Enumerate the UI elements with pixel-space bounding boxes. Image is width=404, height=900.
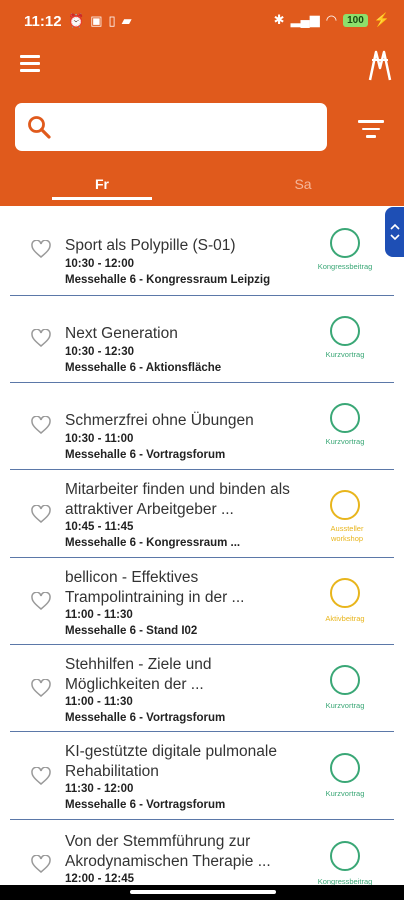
session-row[interactable]: KI-gestützte digitale pulmonale Rehabili…: [0, 732, 404, 820]
favorite-heart-icon[interactable]: [31, 329, 51, 347]
session-type-label: Ausstellerworkshop: [330, 524, 364, 543]
alarm-icon: ⏰: [68, 13, 91, 28]
favorite-heart-icon[interactable]: [31, 679, 51, 697]
session-type-label: Kurzvortrag: [325, 437, 365, 446]
search-input[interactable]: [15, 103, 327, 151]
session-place: Messehalle 6 - Kongressraum ...: [65, 537, 241, 549]
session-time: 11:00 - 11:30: [65, 609, 133, 621]
session-type-label: Kurzvortrag: [325, 789, 365, 798]
tab-friday[interactable]: Fr: [52, 176, 152, 192]
app-logo-icon: [368, 50, 392, 81]
session-time: 11:30 - 12:00: [65, 783, 134, 795]
session-title: Sport als Polypille (S-01): [65, 237, 236, 254]
battery-indicator: 100: [343, 13, 368, 27]
status-bar: 11:12 ⏰▣▯▰ ✱ ▂▄▆ ◠ 100 ⚡: [0, 0, 404, 40]
favorite-heart-icon[interactable]: [31, 855, 51, 873]
session-type-label: Kongressbeitrag: [317, 262, 373, 271]
status-system-icons: ✱ ▂▄▆ ◠ 100 ⚡: [274, 12, 390, 28]
favorite-heart-icon[interactable]: [31, 240, 51, 258]
session-type-circle: [330, 490, 360, 520]
status-notification-icons: ⏰▣▯▰: [68, 13, 138, 29]
session-row[interactable]: Von der Stemmführung zur Akrodynamischen…: [0, 820, 404, 886]
session-place: Messehalle 6 - Vortragsforum: [65, 712, 226, 724]
session-type-circle: [330, 841, 360, 871]
app-bar: [0, 40, 404, 92]
session-title: KI-gestützte digitale pulmonale Rehabili…: [65, 743, 277, 780]
session-type-label: Kurzvortrag: [325, 701, 365, 710]
gallery-icon: ▣: [90, 13, 109, 28]
session-title: Mitarbeiter finden und binden als attrak…: [65, 481, 290, 518]
session-type-circle: [330, 665, 360, 695]
sim-icon: ▯: [108, 13, 122, 28]
session-list: Sport als Polypille (S-01) 10:30 - 12:00…: [0, 206, 404, 886]
filter-icon[interactable]: [358, 120, 384, 138]
session-row[interactable]: Next Generation 10:30 - 12:30 Messehalle…: [0, 296, 404, 383]
session-type-label: Kurzvortrag: [325, 350, 365, 359]
session-place: Messehalle 6 - Vortragsforum: [65, 449, 226, 461]
session-time: 10:30 - 12:30: [65, 346, 135, 358]
message-icon: ▰: [121, 13, 138, 28]
session-type-circle: [330, 316, 360, 346]
session-type-circle: [330, 403, 360, 433]
fast-scroll-handle[interactable]: [385, 207, 404, 257]
session-type-circle: [330, 578, 360, 608]
charging-icon: ⚡: [373, 12, 390, 27]
session-type-circle: [330, 228, 360, 258]
tab-indicator: [52, 197, 152, 200]
tab-saturday[interactable]: Sa: [253, 176, 353, 192]
session-row[interactable]: Schmerzfrei ohne Übungen 10:30 - 11:00 M…: [0, 383, 404, 470]
favorite-heart-icon[interactable]: [31, 592, 51, 610]
favorite-heart-icon[interactable]: [31, 767, 51, 785]
session-time: 11:00 - 11:30: [65, 696, 133, 708]
session-row[interactable]: bellicon - Effektives Trampolintraining …: [0, 558, 404, 645]
session-place: Messehalle 6 - Vortragsforum: [65, 799, 226, 811]
session-title: Stehhilfen - Ziele und Möglichkeiten der…: [65, 656, 212, 693]
session-row[interactable]: Mitarbeiter finden und binden als attrak…: [0, 470, 404, 558]
session-row[interactable]: Sport als Polypille (S-01) 10:30 - 12:00…: [0, 206, 404, 296]
session-title: Next Generation: [65, 325, 178, 342]
system-nav-bar: [0, 885, 404, 900]
session-title: Von der Stemmführung zur Akrodynamischen…: [65, 833, 271, 870]
session-time: 12:00 - 12:45: [65, 873, 135, 885]
home-gesture-pill[interactable]: [130, 890, 276, 894]
search-icon: [28, 116, 51, 139]
search-header: Fr Sa: [0, 92, 404, 206]
session-title: bellicon - Effektives Trampolintraining …: [65, 569, 245, 606]
expand-chevron-icon: [390, 223, 400, 241]
session-type-circle: [330, 753, 360, 783]
favorite-heart-icon[interactable]: [31, 416, 51, 434]
wifi-icon: ◠: [325, 12, 338, 27]
session-time: 10:30 - 11:00: [65, 433, 134, 445]
signal-icon: ▂▄▆: [290, 12, 320, 27]
session-place: Messehalle 6 - Kongressraum Leipzig: [65, 274, 271, 286]
session-type-label: Aktivbeitrag: [325, 614, 365, 623]
menu-icon[interactable]: [20, 55, 40, 72]
bluetooth-icon: ✱: [273, 12, 285, 27]
favorite-heart-icon[interactable]: [31, 505, 51, 523]
session-row[interactable]: Stehhilfen - Ziele und Möglichkeiten der…: [0, 645, 404, 732]
session-place: Messehalle 6 - Aktionsfläche: [65, 362, 222, 374]
session-time: 10:45 - 11:45: [65, 521, 134, 533]
session-title: Schmerzfrei ohne Übungen: [65, 412, 254, 429]
session-place: Messehalle 6 - Stand I02: [65, 625, 198, 637]
session-time: 10:30 - 12:00: [65, 258, 135, 270]
status-time: 11:12: [24, 13, 62, 30]
